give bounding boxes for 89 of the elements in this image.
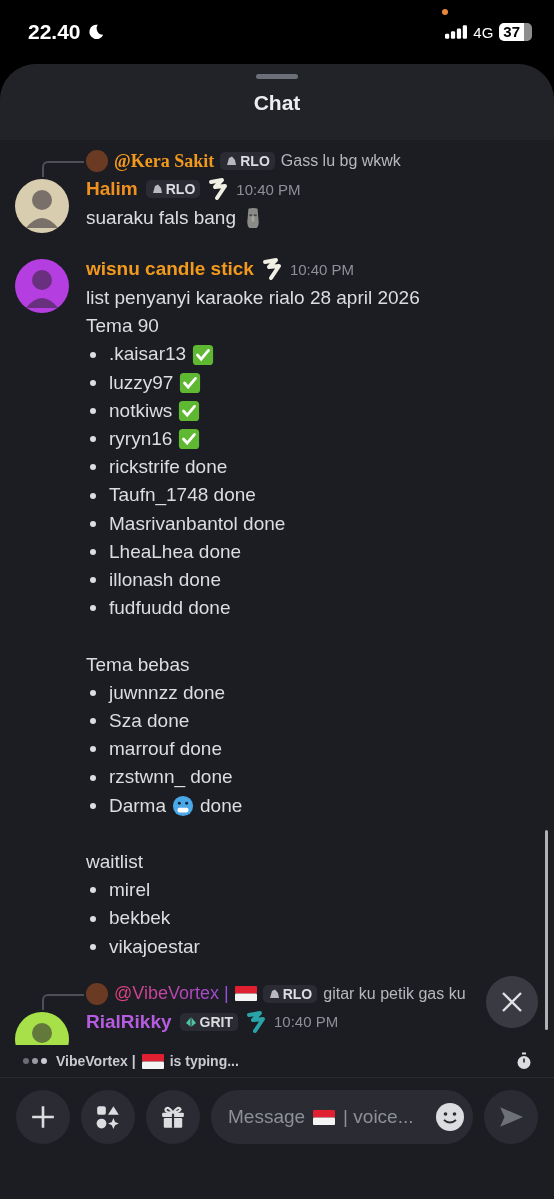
- close-button[interactable]: [486, 976, 538, 1028]
- bullet-dot: [90, 718, 96, 725]
- reply-connector: [42, 993, 84, 1010]
- reply-connector: [42, 161, 84, 177]
- crystal-icon: [184, 1015, 197, 1028]
- scrollbar[interactable]: [545, 830, 548, 1030]
- bullet-dot: [90, 605, 96, 612]
- list-item-text: rickstrife done: [109, 455, 228, 480]
- network-label: 4G: [473, 23, 494, 41]
- timestamp: 10:40 PM: [236, 180, 301, 198]
- list-item-text: vikajoestar: [109, 934, 200, 959]
- bullet-dot: [90, 464, 96, 471]
- moon-icon: [86, 23, 105, 41]
- tag-label: RLO: [165, 181, 196, 197]
- typing-user: VibeVortex |: [56, 1053, 136, 1069]
- list-item-text: Taufn_1748 done: [109, 483, 256, 508]
- bullet-dot: [90, 774, 96, 781]
- bullet-dot: [90, 436, 96, 443]
- list-item-text: done: [200, 793, 243, 818]
- tag-label: RLO: [240, 153, 270, 169]
- message-text: list penyanyi karaoke rialo 28 april 2026: [86, 286, 420, 310]
- rock-icon: [267, 987, 280, 1000]
- gift-icon: [160, 1104, 186, 1130]
- bullet-dot: [90, 746, 96, 753]
- message-input[interactable]: Message | voice...: [211, 1090, 473, 1144]
- bullet-dot: [90, 492, 96, 499]
- bullet-dot: [90, 802, 96, 809]
- reply-text: gitar ku petik gas ku: [323, 984, 466, 1003]
- list-item-text: illonash done: [109, 568, 221, 593]
- bullet-dot: [90, 689, 96, 696]
- list-item-text: notkiws: [109, 398, 173, 423]
- bullet-dot: [90, 351, 96, 358]
- bullet-dot: [90, 887, 96, 894]
- list-item-text: ryryn16: [109, 427, 173, 451]
- bullet-dot: [90, 943, 96, 950]
- avatar[interactable]: [14, 178, 70, 234]
- reply-author[interactable]: @Kera Sakit: [114, 150, 215, 172]
- avatar: [86, 982, 108, 1005]
- list-item-text: Darma: [109, 793, 166, 818]
- username[interactable]: RialRikky: [86, 1010, 172, 1033]
- bullet-dot: [90, 379, 96, 386]
- rock-icon: [150, 183, 163, 195]
- stopwatch-icon[interactable]: [516, 1052, 532, 1070]
- plus-icon: [30, 1104, 56, 1130]
- clock: 22.40: [28, 20, 81, 44]
- list-item-text: fudfuudd done: [109, 596, 231, 621]
- timestamp: 10:40 PM: [274, 1013, 339, 1031]
- reply-text: Gass lu bg wkwk: [280, 152, 401, 170]
- placeholder-text: | voice...: [343, 1106, 414, 1128]
- drag-handle[interactable]: [256, 74, 298, 79]
- list-item-text: bekbek: [109, 906, 171, 931]
- message-text: suaraku fals bang: [86, 206, 236, 230]
- flag-icon: [313, 1109, 336, 1125]
- username[interactable]: Halim: [86, 178, 138, 200]
- list-item-text: marrouf done: [109, 737, 222, 762]
- message-text: waitlist: [86, 850, 143, 875]
- bullet-dot: [90, 915, 96, 922]
- list-item-text: .kaisar13: [109, 342, 187, 367]
- message-text: Tema 90: [86, 314, 159, 339]
- list-item-text: Masrivanbantol done: [109, 511, 286, 536]
- reply-author[interactable]: @VibeVortex |: [114, 983, 229, 1005]
- rock-icon: [225, 155, 238, 167]
- tag-label: GRIT: [199, 1013, 233, 1030]
- battery-icon: 37: [499, 23, 532, 41]
- bullet-dot: [90, 577, 96, 584]
- send-icon: [498, 1104, 524, 1130]
- message-text: Tema bebas: [86, 652, 190, 677]
- list-item-text: juwnnzz done: [109, 680, 226, 705]
- list-item-text: rzstwnn_ done: [109, 765, 233, 790]
- timestamp: 10:40 PM: [289, 260, 355, 278]
- typing-text: is typing...: [169, 1053, 239, 1069]
- bullet-dot: [90, 407, 96, 414]
- close-icon: [500, 990, 524, 1014]
- list-item-text: mirel: [109, 878, 151, 903]
- tag-label: RLO: [282, 985, 313, 1002]
- placeholder-text: Message: [228, 1106, 306, 1128]
- avatar: [86, 150, 108, 172]
- list-item-text: LheaLhea done: [109, 539, 242, 564]
- username[interactable]: wisnu candle stick: [86, 258, 254, 280]
- bullet-dot: [90, 548, 96, 555]
- sheet-title: Chat: [253, 91, 301, 115]
- shapes-icon: [95, 1104, 121, 1130]
- bullet-dot: [90, 520, 96, 527]
- privacy-dot: [442, 9, 448, 15]
- emoji-icon[interactable]: [435, 1102, 465, 1132]
- list-item-text: Sza done: [109, 709, 190, 734]
- signal-icon: [445, 25, 468, 39]
- list-item-text: luzzy97: [109, 370, 174, 395]
- typing-dots-icon: [22, 1057, 50, 1065]
